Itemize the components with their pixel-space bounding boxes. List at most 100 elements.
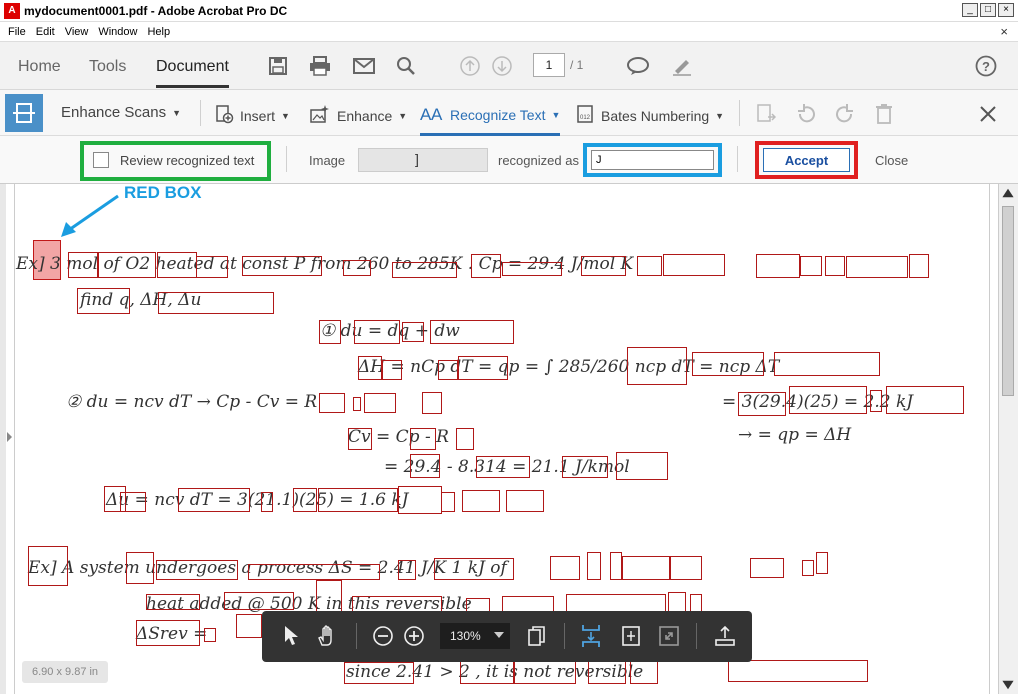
ocr-suspect-box[interactable] (466, 598, 490, 612)
ocr-suspect-box[interactable] (566, 594, 666, 612)
ocr-suspect-box[interactable] (392, 262, 457, 278)
ocr-suspect-box[interactable] (610, 552, 622, 580)
ocr-suspect-box[interactable] (353, 397, 361, 411)
ocr-suspect-box[interactable] (456, 428, 474, 450)
ocr-suspect-box[interactable] (293, 488, 317, 512)
ocr-suspect-box[interactable] (728, 660, 868, 682)
ocr-suspect-box[interactable] (434, 558, 514, 580)
ocr-suspect-box[interactable] (178, 488, 250, 512)
ocr-suspect-box[interactable] (587, 552, 601, 580)
ocr-suspect-box[interactable] (627, 347, 687, 385)
ocr-suspect-box[interactable] (318, 488, 398, 512)
ocr-suspect-box[interactable] (774, 352, 880, 376)
ocr-suspect-box[interactable] (458, 356, 508, 380)
minimize-button[interactable]: _ (962, 3, 978, 17)
ocr-suspect-box[interactable] (581, 256, 626, 276)
scroll-up-arrow-icon[interactable] (1002, 188, 1014, 198)
ocr-suspect-box[interactable] (870, 390, 882, 412)
page-display-icon[interactable] (524, 623, 550, 649)
recognize-text-menu[interactable]: AA Recognize Text ▼ (420, 104, 561, 136)
ocr-suspect-box[interactable] (156, 560, 238, 580)
window-close-button[interactable]: × (998, 3, 1014, 17)
ocr-suspect-box[interactable] (630, 660, 658, 684)
rotate-left-icon[interactable] (794, 102, 818, 126)
select-cursor-icon[interactable] (278, 623, 304, 649)
ocr-suspect-box[interactable] (248, 564, 380, 580)
ocr-suspect-box[interactable] (846, 256, 908, 278)
ocr-suspect-box[interactable] (410, 454, 440, 478)
ocr-suspect-box[interactable] (204, 628, 216, 642)
page-number-input[interactable]: 1 (533, 53, 565, 77)
enhance-menu[interactable]: Enhance ▼ (309, 104, 407, 127)
save-icon[interactable] (266, 54, 290, 78)
ocr-suspect-box[interactable] (410, 428, 436, 450)
ocr-suspect-box[interactable] (146, 594, 200, 610)
search-icon[interactable] (394, 54, 418, 78)
ocr-suspect-box[interactable] (502, 262, 562, 276)
ocr-suspect-box[interactable] (690, 594, 702, 612)
help-icon[interactable]: ? (974, 54, 998, 78)
ocr-suspect-box[interactable] (136, 620, 200, 646)
ocr-suspect-box[interactable] (344, 662, 414, 684)
ocr-suspect-box[interactable] (471, 254, 501, 278)
accept-button[interactable]: Accept (763, 148, 850, 172)
ocr-suspect-box[interactable] (476, 456, 530, 478)
delete-icon[interactable] (872, 102, 896, 126)
ocr-suspect-box[interactable] (750, 558, 784, 578)
menu-help[interactable]: Help (147, 26, 170, 38)
ocr-suspect-box[interactable] (430, 320, 514, 344)
ocr-suspect-box[interactable] (909, 254, 929, 278)
ocr-suspect-box[interactable] (319, 393, 345, 413)
email-icon[interactable] (352, 54, 376, 78)
ocr-suspect-box[interactable] (802, 560, 814, 576)
ocr-suspect-box[interactable] (441, 492, 455, 512)
full-screen-icon[interactable] (656, 623, 682, 649)
comment-icon[interactable] (626, 54, 650, 78)
zoom-out-icon[interactable] (370, 623, 396, 649)
ocr-suspect-box[interactable] (502, 596, 554, 612)
ocr-suspect-box[interactable] (789, 386, 867, 414)
ocr-suspect-box[interactable] (316, 580, 342, 612)
ocr-suspect-box[interactable] (692, 352, 764, 376)
ocr-suspect-box[interactable] (319, 320, 341, 344)
menu-window[interactable]: Window (98, 26, 137, 38)
share-upload-icon[interactable] (712, 623, 738, 649)
ocr-suspect-box[interactable] (382, 360, 402, 380)
ocr-suspect-box[interactable] (398, 486, 442, 514)
ocr-suspect-box[interactable] (157, 252, 197, 278)
ocr-suspect-box[interactable] (358, 356, 382, 380)
ocr-suspect-box[interactable] (126, 552, 154, 584)
ocr-suspect-box[interactable] (462, 490, 500, 512)
ocr-suspect-box[interactable] (261, 492, 273, 512)
ocr-suspect-box[interactable] (236, 614, 262, 638)
previous-page-icon[interactable] (458, 54, 482, 78)
maximize-button[interactable]: □ (980, 3, 996, 17)
rotate-right-icon[interactable] (833, 102, 857, 126)
tab-tools[interactable]: Tools (89, 58, 126, 76)
menu-view[interactable]: View (65, 26, 89, 38)
zoom-level-select[interactable]: 130% (440, 623, 510, 649)
expand-panel-arrow-icon[interactable] (7, 432, 12, 442)
ocr-suspect-box[interactable] (886, 386, 964, 414)
next-page-icon[interactable] (490, 54, 514, 78)
ocr-suspect-box[interactable] (670, 556, 702, 580)
ocr-suspect-box[interactable] (738, 392, 786, 416)
sign-pen-icon[interactable] (670, 54, 694, 78)
ocr-suspect-box[interactable] (506, 490, 544, 512)
enhance-scans-menu[interactable]: Enhance Scans ▼ (61, 104, 181, 121)
scrolling-mode-icon[interactable] (578, 623, 604, 649)
ocr-suspect-box[interactable] (120, 492, 146, 512)
ocr-suspect-box[interactable] (550, 556, 580, 580)
ocr-suspect-box[interactable] (616, 452, 668, 480)
ocr-suspect-box[interactable] (98, 252, 156, 278)
ocr-suspect-box[interactable] (354, 320, 400, 344)
ocr-suspect-box[interactable] (668, 592, 686, 612)
insert-menu[interactable]: Insert ▼ (214, 104, 290, 127)
close-button[interactable]: Close (875, 153, 908, 168)
ocr-suspect-box[interactable] (28, 546, 68, 586)
ocr-suspect-box[interactable] (224, 592, 294, 610)
ocr-suspect-box[interactable] (514, 660, 576, 684)
ocr-suspect-box[interactable] (588, 660, 626, 684)
ocr-suspect-box[interactable] (622, 556, 670, 580)
ocr-suspect-box[interactable] (825, 256, 845, 276)
